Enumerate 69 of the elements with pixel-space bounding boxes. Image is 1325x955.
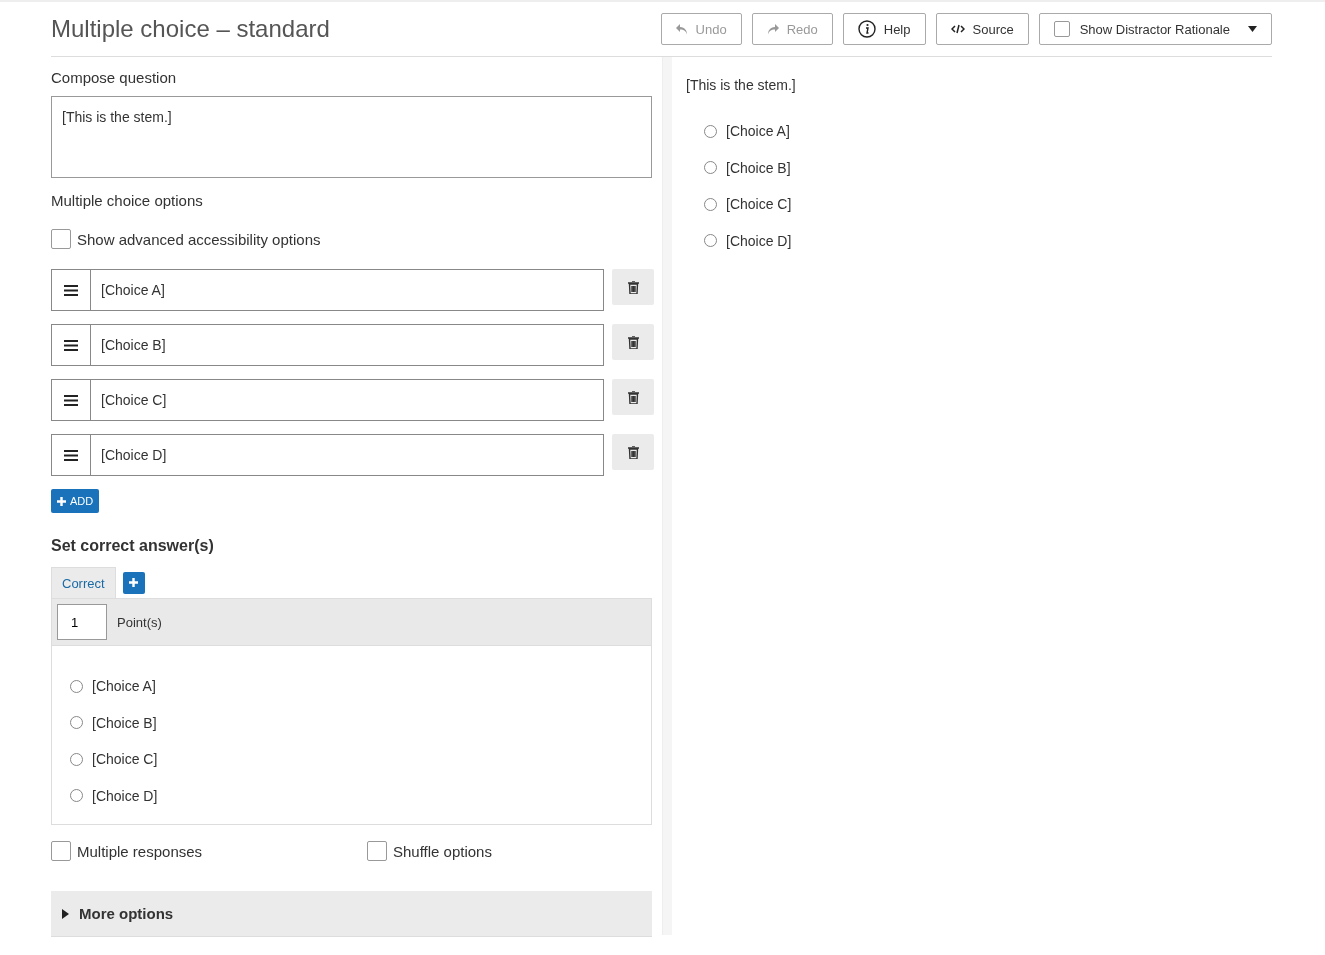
plus-icon (129, 578, 139, 587)
radio-button[interactable] (70, 716, 83, 730)
radio-option[interactable]: [Choice D] (70, 777, 633, 814)
radio-button[interactable] (704, 161, 717, 175)
menu-icon (64, 339, 78, 351)
choice-input[interactable]: [Choice C] (51, 379, 604, 421)
section-label: Multiple choice options (51, 192, 204, 209)
checkbox-label: Show advanced accessibility options (77, 230, 321, 248)
undo-icon (675, 23, 688, 35)
preview-stem: [This is the stem.] (686, 77, 797, 93)
redo-icon (766, 23, 779, 35)
choice-input[interactable]: [Choice B] (51, 324, 604, 366)
radio-button[interactable] (704, 234, 717, 248)
trash-icon (627, 335, 639, 349)
caret-icon (62, 908, 69, 919)
menu-icon (64, 394, 78, 406)
plus-icon (57, 496, 66, 506)
checkbox[interactable] (367, 841, 387, 861)
radio-option[interactable]: [Choice B] (704, 149, 1272, 186)
radio-button[interactable] (70, 679, 83, 693)
choice-text: [Choice A] (100, 281, 165, 300)
points-input[interactable]: 1 (57, 604, 107, 640)
checkbox[interactable] (51, 841, 71, 861)
code-icon (950, 24, 965, 34)
page-title: Multiple choice – standard (51, 15, 330, 43)
section-heading: Set correct answer(s) (51, 537, 215, 555)
radio-option[interactable]: [Choice C] (70, 741, 633, 778)
radio-option[interactable]: [Choice B] (70, 704, 633, 741)
checkbox[interactable] (51, 229, 71, 249)
points-label: Point(s) (117, 614, 162, 630)
radio-option[interactable]: [Choice D] (704, 222, 1272, 259)
menu-icon (64, 284, 78, 296)
radio-button[interactable] (704, 197, 717, 211)
add-tab-button[interactable] (122, 571, 145, 594)
choice-text: [Choice D] (100, 446, 167, 465)
choice-input[interactable]: [Choice A] (51, 269, 604, 311)
choice-text: [Choice B] (100, 336, 166, 355)
checkbox[interactable] (1053, 21, 1070, 37)
stem-editor[interactable]: [This is the stem.] (51, 96, 652, 178)
menu-icon (64, 449, 78, 461)
checkbox-label: Shuffle options (393, 842, 492, 860)
more-options-toggle[interactable]: More options (51, 891, 652, 937)
delete-button[interactable] (612, 434, 654, 470)
caret-icon (1248, 26, 1257, 32)
delete-button[interactable] (612, 269, 654, 305)
setting-checkbox-row[interactable]: Shuffle options (367, 841, 652, 861)
source-button[interactable]: Source (935, 13, 1029, 45)
distractor-rationale-toggle[interactable]: Show Distractor Rationale (1038, 13, 1272, 45)
delete-button[interactable] (612, 324, 654, 360)
trash-icon (627, 280, 639, 294)
radio-option[interactable]: [Choice A] (70, 668, 633, 705)
choice-text: [Choice C] (100, 391, 167, 410)
answer-tab[interactable]: Correct (51, 567, 116, 598)
trash-icon (627, 390, 639, 404)
trash-icon (627, 445, 639, 459)
delete-button[interactable] (612, 379, 654, 415)
radio-button[interactable] (70, 752, 83, 766)
accessibility-checkbox-row[interactable]: Show advanced accessibility options (51, 229, 652, 249)
setting-checkbox-row[interactable]: Multiple responses (51, 841, 367, 861)
radio-button[interactable] (70, 789, 83, 803)
add-button[interactable]: ADD (51, 489, 100, 513)
radio-option[interactable]: [Choice C] (704, 186, 1272, 223)
radio-option[interactable]: [Choice A] (704, 113, 1272, 150)
choice-input[interactable]: [Choice D] (51, 434, 604, 476)
section-label: Compose question (51, 69, 178, 86)
help-button[interactable]: Help (842, 13, 926, 45)
checkbox-label: Multiple responses (77, 842, 203, 860)
info-icon (857, 20, 876, 38)
radio-button[interactable] (704, 124, 717, 138)
